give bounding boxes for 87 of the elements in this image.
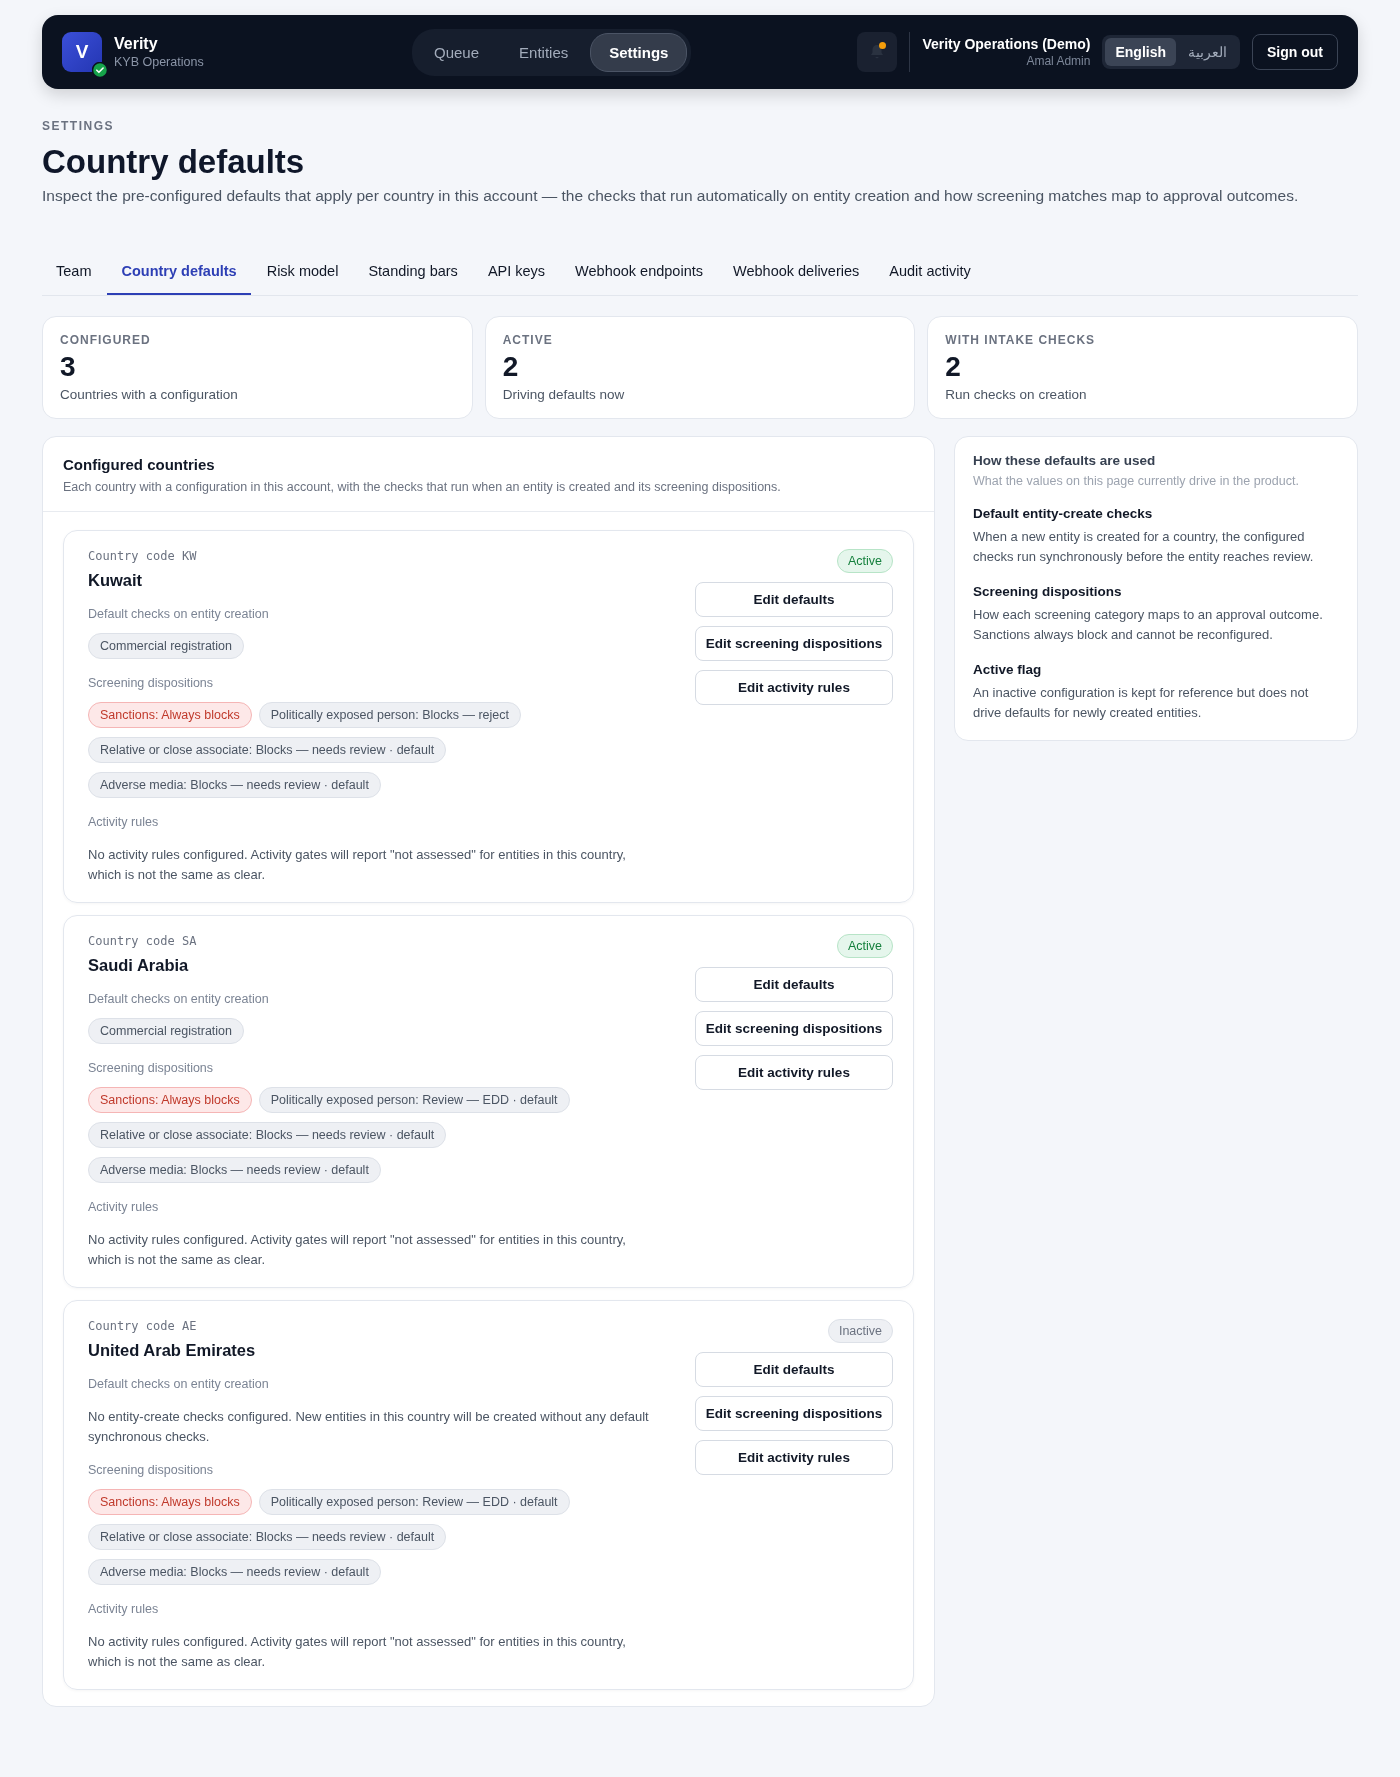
country-name: Saudi Arabia xyxy=(88,956,189,975)
status-badge: Active xyxy=(836,934,893,958)
language-option[interactable]: العربية xyxy=(1178,38,1237,66)
stat-caption: Driving defaults now xyxy=(502,387,626,402)
panel-description: Each country with a configuration in this account, with the checks that run when an entity is created and its screening dispositions. xyxy=(63,480,782,494)
stat-label: CONFIGURED xyxy=(60,333,152,347)
language-option[interactable]: English xyxy=(1105,38,1176,66)
disposition-chip: Adverse media: Blocks — needs review · default xyxy=(88,1559,381,1585)
status-badge: Active xyxy=(836,549,893,573)
disposition-chip: Sanctions: Always blocks xyxy=(88,1489,252,1515)
stat-value: 2 xyxy=(945,351,962,383)
stat-caption: Countries with a configuration xyxy=(60,387,239,402)
help-section-text: An inactive configuration is kept for reference but does not drive defaults for newly created entities. xyxy=(973,684,1310,722)
stat-label: ACTIVE xyxy=(502,333,554,347)
notification-button[interactable] xyxy=(857,32,898,72)
help-section-title: Default entity-create checks xyxy=(973,506,1153,521)
page-tab[interactable]: Audit activity xyxy=(875,251,985,295)
section-label: Screening dispositions xyxy=(88,676,214,690)
activity-rules-note: No activity rules configured. Activity gates will report "not assessed" for entities in this country, which is not the same as clear. xyxy=(88,1231,627,1269)
activity-rules-note: No activity rules configured. Activity gates will report "not assessed" for entities in this country, which is not the same as clear. xyxy=(88,1633,627,1671)
disposition-chip: Sanctions: Always blocks xyxy=(88,1087,252,1113)
page-tab[interactable]: Team xyxy=(42,251,106,295)
check-chip: Commercial registration xyxy=(88,633,244,659)
status-badge: Inactive xyxy=(827,1319,893,1343)
disposition-chip: Politically exposed person: Review — EDD · default xyxy=(258,1489,570,1515)
country-code: Country code KW xyxy=(88,549,197,563)
country-code: Country code AE xyxy=(88,1319,197,1333)
section-label: Default checks on entity creation xyxy=(88,1377,269,1391)
help-section-title: Screening dispositions xyxy=(973,584,1122,599)
brand-subtitle: KYB Operations xyxy=(114,55,204,69)
empty-checks-note: No entity-create checks configured. New entities in this country will be created without any default synchronous checks. xyxy=(88,1408,650,1446)
nav-tab[interactable]: Entities xyxy=(501,32,587,72)
edit-button[interactable]: Edit activity rules xyxy=(695,670,893,705)
help-title: How these defaults are used xyxy=(973,453,1156,468)
user-name: Amal Admin xyxy=(1026,54,1091,68)
nav-tab[interactable]: Settings xyxy=(590,32,688,72)
page-tab[interactable]: Standing bars xyxy=(354,251,472,295)
country-name: United Arab Emirates xyxy=(88,1341,256,1360)
disposition-chip: Relative or close associate: Blocks — needs review · default xyxy=(88,737,447,763)
edit-button[interactable]: Edit activity rules xyxy=(695,1440,893,1475)
page-tab[interactable]: Webhook deliveries xyxy=(719,251,874,295)
stat-value: 2 xyxy=(502,351,520,383)
disposition-chip: Adverse media: Blocks — needs review · default xyxy=(88,1157,381,1183)
disposition-chip: Politically exposed person: Blocks — reject xyxy=(258,702,521,728)
edit-button[interactable]: Edit screening dispositions xyxy=(695,626,893,661)
disposition-chip: Relative or close associate: Blocks — needs review · default xyxy=(88,1524,447,1550)
disposition-chip: Politically exposed person: Review — EDD · default xyxy=(258,1087,570,1113)
page-tab[interactable]: Webhook endpoints xyxy=(561,251,717,295)
brand-name: Verity xyxy=(114,35,159,53)
help-subtitle: What the values on this page currently drive in the product. xyxy=(973,474,1299,488)
disposition-chip: Relative or close associate: Blocks — needs review · default xyxy=(88,1122,447,1148)
stat-caption: Run checks on creation xyxy=(945,387,1088,402)
stat-label: WITH INTAKE CHECKS xyxy=(945,333,1097,347)
logo-letter: V xyxy=(75,41,89,63)
disposition-chip: Adverse media: Blocks — needs review · default xyxy=(88,772,381,798)
edit-button[interactable]: Edit screening dispositions xyxy=(695,1011,893,1046)
section-eyebrow: SETTINGS xyxy=(42,119,115,133)
account-name: Verity Operations (Demo) xyxy=(922,36,1091,52)
page-description: Inspect the pre-configured defaults that apply per country in this account — the checks that run automatically on entity creation and how screening matches map to approval outcomes. xyxy=(42,187,1300,205)
panel-title: Configured countries xyxy=(63,456,216,473)
check-chip: Commercial registration xyxy=(88,1018,244,1044)
edit-button[interactable]: Edit defaults xyxy=(695,967,893,1002)
edit-button[interactable]: Edit defaults xyxy=(695,1352,893,1387)
section-label: Screening dispositions xyxy=(88,1463,214,1477)
help-section-text: When a new entity is created for a country, the configured checks run synchronously before the entity reaches review. xyxy=(973,528,1315,566)
page-tab[interactable]: API keys xyxy=(473,251,560,295)
page-tab[interactable]: Country defaults xyxy=(107,251,251,295)
edit-button[interactable]: Edit defaults xyxy=(695,582,893,617)
edit-button[interactable]: Edit screening dispositions xyxy=(695,1396,893,1431)
nav-tab[interactable]: Queue xyxy=(416,32,498,72)
sign-out-button[interactable]: Sign out xyxy=(1252,34,1338,70)
section-label: Activity rules xyxy=(88,815,159,829)
section-label: Activity rules xyxy=(88,1200,159,1214)
section-label: Default checks on entity creation xyxy=(88,992,269,1006)
disposition-chip: Sanctions: Always blocks xyxy=(88,702,252,728)
section-label: Screening dispositions xyxy=(88,1061,214,1075)
page-tab[interactable]: Risk model xyxy=(252,251,353,295)
help-section-text: How each screening category maps to an approval outcome. Sanctions always block and cannot be reconfigured. xyxy=(973,606,1324,644)
page-title: Country defaults xyxy=(42,143,306,181)
country-name: Kuwait xyxy=(88,571,143,590)
stat-value: 3 xyxy=(60,351,77,383)
country-code: Country code SA xyxy=(88,934,197,948)
edit-button[interactable]: Edit activity rules xyxy=(695,1055,893,1090)
help-section-title: Active flag xyxy=(973,662,1042,677)
activity-rules-note: No activity rules configured. Activity gates will report "not assessed" for entities in this country, which is not the same as clear. xyxy=(88,846,627,884)
section-label: Default checks on entity creation xyxy=(88,607,269,621)
section-label: Activity rules xyxy=(88,1602,159,1616)
